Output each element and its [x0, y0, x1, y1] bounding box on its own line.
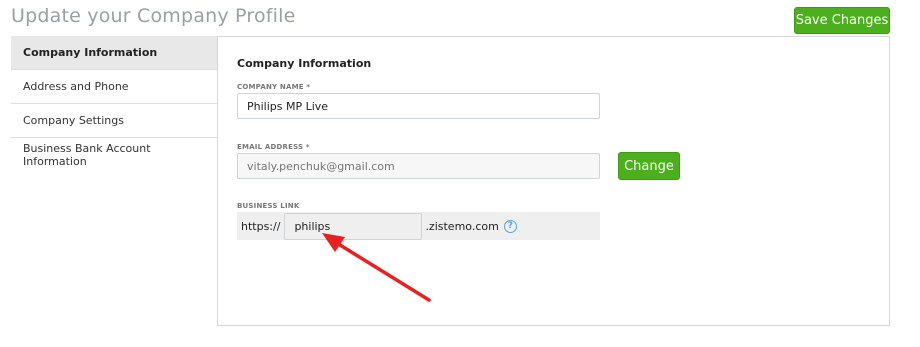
- sidebar-item-label: Company Settings: [23, 114, 124, 127]
- link-prefix: https://: [241, 219, 281, 233]
- section-title: Company Information: [237, 57, 372, 70]
- sidebar-nav: Company Information Address and Phone Co…: [11, 36, 217, 172]
- company-info-panel: Company Information COMPANY NAME * EMAIL…: [217, 36, 890, 326]
- company-name-input[interactable]: [237, 93, 600, 119]
- business-link-input[interactable]: [284, 212, 423, 240]
- sidebar-item-label: Address and Phone: [23, 80, 129, 93]
- sidebar-item-company-information[interactable]: Company Information: [11, 36, 217, 70]
- link-suffix: .zistemo.com: [425, 219, 499, 233]
- sidebar-item-company-settings[interactable]: Company Settings: [11, 104, 217, 138]
- sidebar-item-label: Company Information: [23, 46, 158, 59]
- save-changes-button[interactable]: Save Changes: [794, 7, 890, 34]
- company-name-label: COMPANY NAME *: [237, 83, 311, 91]
- page-title: Update your Company Profile: [11, 5, 296, 27]
- email-label: EMAIL ADDRESS *: [237, 143, 310, 151]
- sidebar-item-label: Business Bank Account Information: [23, 142, 151, 168]
- email-field[interactable]: [237, 153, 600, 179]
- business-link-row: https:// .zistemo.com ?: [237, 212, 600, 240]
- sidebar-item-business-bank-account[interactable]: Business Bank Account Information: [11, 138, 217, 172]
- business-link-label: BUSINESS LINK: [237, 202, 300, 210]
- question-circle-icon[interactable]: ?: [503, 219, 517, 233]
- change-email-button[interactable]: Change: [618, 152, 680, 180]
- sidebar-item-address-and-phone[interactable]: Address and Phone: [11, 70, 217, 104]
